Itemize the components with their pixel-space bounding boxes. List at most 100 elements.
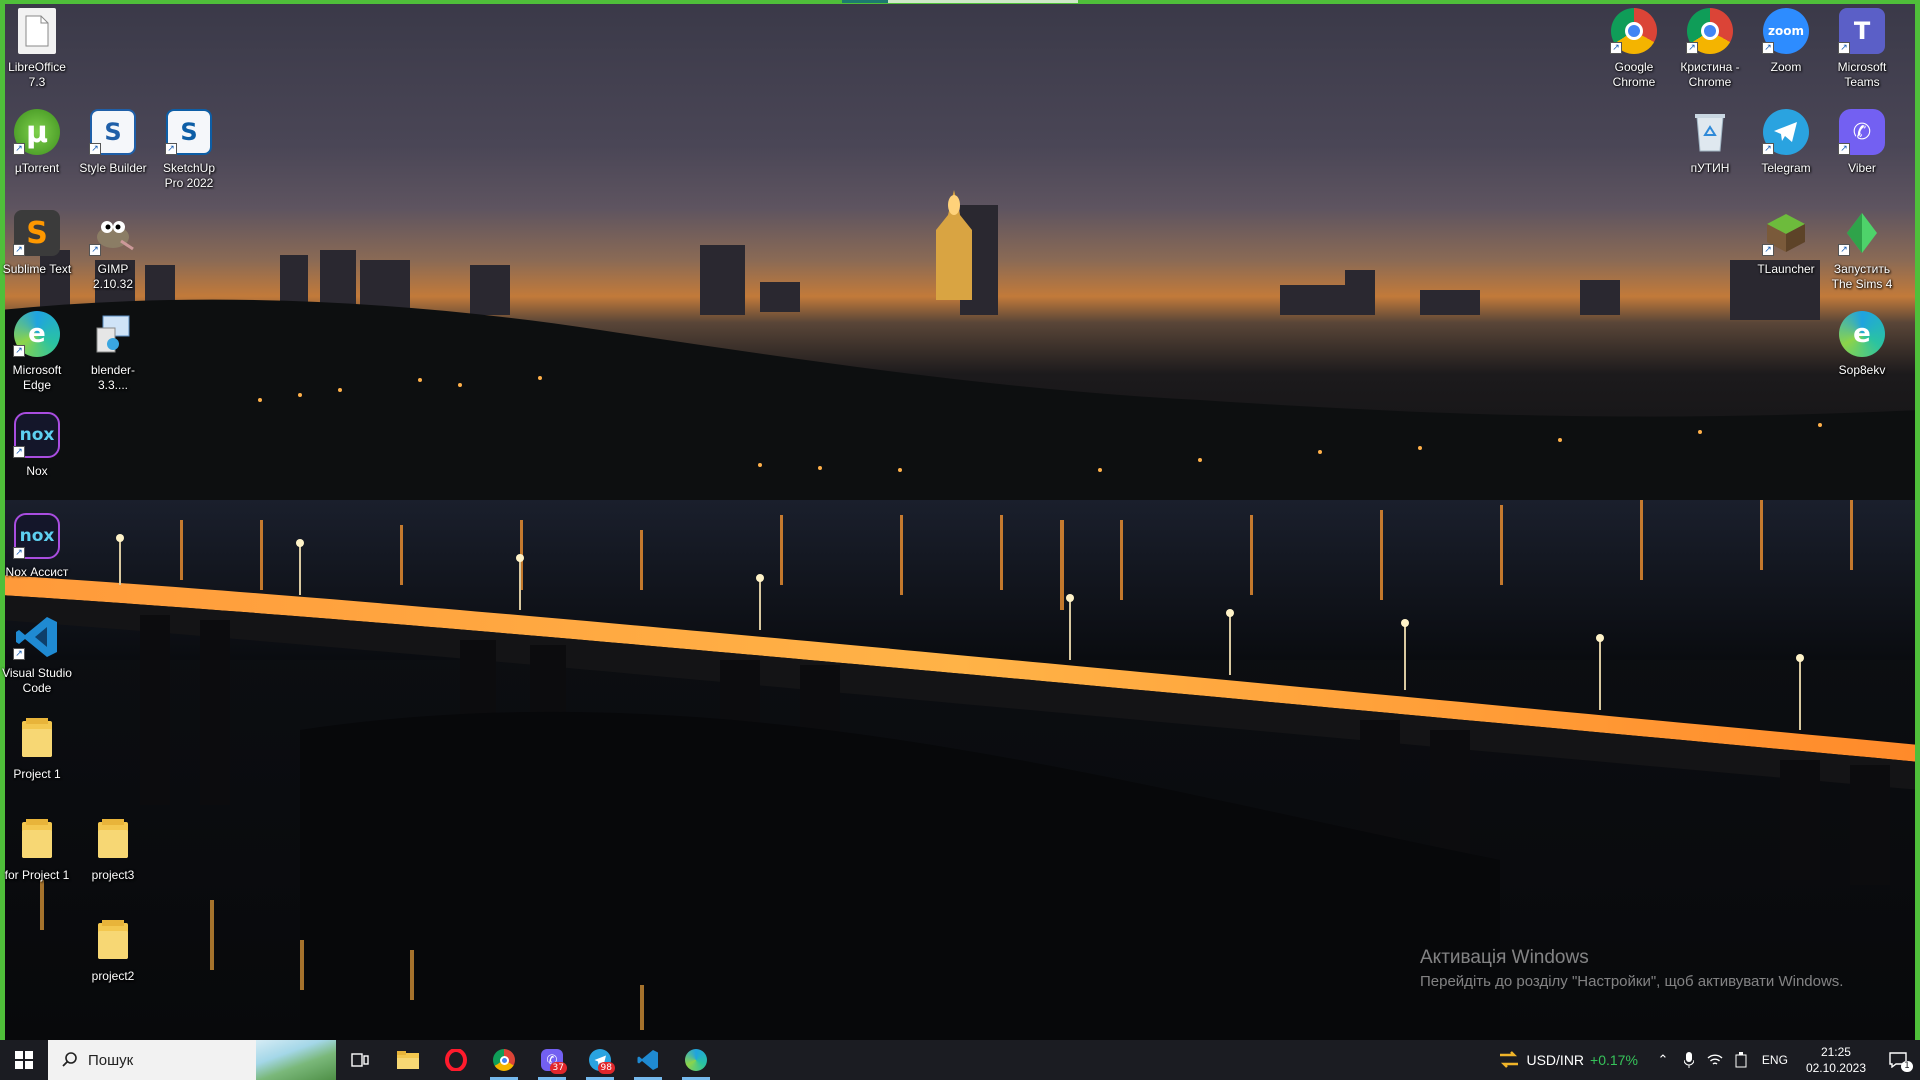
shortcut-arrow-icon: ↗ [1762, 143, 1774, 155]
shortcut-arrow-icon: ↗ [165, 143, 177, 155]
desktop-icon-nox[interactable]: nox ↗ Nox [1, 408, 73, 504]
desktop-icon-microsoft-edge[interactable]: e ↗ Microsoft Edge [1, 307, 73, 403]
edge-icon: e [1839, 311, 1885, 357]
desktop-icon-folder-project3[interactable]: project3 [77, 812, 149, 908]
shortcut-arrow-icon: ↗ [89, 244, 101, 256]
top-edge-marker [888, 0, 1078, 3]
icon-label: Microsoft Teams [1837, 60, 1887, 89]
desktop-wallpaper[interactable] [0, 0, 1920, 1040]
search-highlight-illustration [256, 1040, 336, 1080]
icon-label: µTorrent [14, 161, 60, 175]
action-center-button[interactable]: 1 [1876, 1040, 1920, 1080]
desktop-icon-tlauncher[interactable]: ↗ TLauncher [1750, 206, 1822, 302]
taskbar-telegram[interactable]: 98 [576, 1040, 624, 1080]
stock-change: +0.17% [1590, 1052, 1638, 1068]
icon-label: Кристина - Chrome [1680, 60, 1740, 89]
shortcut-arrow-icon: ↗ [1686, 42, 1698, 54]
desktop-icon-folder-project2[interactable]: project2 [77, 913, 149, 1009]
folder-icon [397, 1051, 419, 1069]
input-language-indicator[interactable]: ENG [1754, 1053, 1796, 1067]
desktop-icon-folder-for-project1[interactable]: for Project 1 [1, 812, 73, 908]
shortcut-arrow-icon: ↗ [1838, 244, 1850, 256]
clock-time: 21:25 [1820, 1045, 1851, 1059]
stock-widget[interactable]: USD/INR +0.17% [1486, 1050, 1649, 1070]
microphone-tray-button[interactable] [1676, 1040, 1702, 1080]
desktop-icon-chrome-profile[interactable]: ↗ Кристина - Chrome [1674, 4, 1746, 100]
desktop-icon-telegram[interactable]: ↗ Telegram [1750, 105, 1822, 201]
icon-label: TLauncher [1757, 262, 1815, 276]
icon-label: Sop8ekv [1838, 363, 1886, 377]
icon-label: project2 [91, 969, 135, 983]
search-placeholder: Пошук [88, 1051, 134, 1069]
activation-subtitle: Перейдіть до розділу "Настройки", щоб ак… [1420, 973, 1844, 990]
desktop-icon-microsoft-teams[interactable]: T ↗ Microsoft Teams [1826, 4, 1898, 100]
taskbar-edge[interactable] [672, 1040, 720, 1080]
power-tray-button[interactable] [1728, 1040, 1754, 1080]
taskbar-file-explorer[interactable] [384, 1040, 432, 1080]
folder-icon [90, 816, 136, 862]
taskbar-search-box[interactable]: Пошук [48, 1040, 336, 1080]
desktop-icon-sketchup[interactable]: S ↗ SketchUp Pro 2022 [153, 105, 225, 201]
desktop-icon-gimp[interactable]: ↗ GIMP 2.10.32 [77, 206, 149, 302]
libreoffice-file-icon [18, 8, 56, 54]
city-night-scene [0, 190, 1920, 1040]
vscode-icon [637, 1050, 658, 1070]
desktop-icon-blender-installer[interactable]: blender-3.3.... [77, 307, 149, 403]
icon-label: Запустить The Sims 4 [1831, 262, 1893, 291]
desktop-icon-zoom[interactable]: zoom ↗ Zoom [1750, 4, 1822, 100]
icon-label: Project 1 [13, 767, 61, 781]
shortcut-arrow-icon: ↗ [13, 143, 25, 155]
icon-label: LibreOffice 7.3 [8, 60, 66, 89]
desktop-icon-recycle-bin[interactable]: пУТИН [1674, 105, 1746, 201]
show-hidden-icons-button[interactable]: ⌃ [1650, 1040, 1676, 1080]
desktop-icon-nox-assist[interactable]: nox ↗ Nox Ассист [1, 509, 73, 605]
shortcut-arrow-icon: ↗ [1838, 143, 1850, 155]
taskbar-viber[interactable]: ✆ 37 [528, 1040, 576, 1080]
unread-badge: 98 [597, 1062, 615, 1074]
icon-label: GIMP 2.10.32 [92, 262, 134, 291]
shortcut-arrow-icon: ↗ [89, 143, 101, 155]
start-button[interactable] [0, 1040, 48, 1080]
task-view-icon [351, 1053, 369, 1067]
icon-label: project3 [91, 868, 135, 882]
desktop-icon-style-builder[interactable]: S ↗ Style Builder [77, 105, 149, 201]
opera-icon [445, 1049, 467, 1071]
taskbar-clock[interactable]: 21:25 02.10.2023 [1796, 1044, 1876, 1076]
currency-exchange-icon [1500, 1051, 1519, 1068]
shortcut-arrow-icon: ↗ [1762, 42, 1774, 54]
desktop-icon-vscode[interactable]: ↗ Visual Studio Code [1, 610, 73, 706]
wifi-icon [1707, 1054, 1723, 1065]
system-tray: USD/INR +0.17% ⌃ ENG 21:25 02.10.2023 1 [1486, 1040, 1920, 1080]
desktop-icon-sims4[interactable]: ↗ Запустить The Sims 4 [1826, 206, 1898, 302]
task-view-button[interactable] [336, 1040, 384, 1080]
desktop-icon-utorrent[interactable]: µ ↗ µTorrent [1, 105, 73, 201]
top-edge-marker [842, 0, 888, 3]
activation-title: Активація Windows [1420, 947, 1589, 968]
shortcut-arrow-icon: ↗ [1610, 42, 1622, 54]
icon-label: Google Chrome [1612, 60, 1656, 89]
recycle-bin-icon [1687, 109, 1733, 155]
icon-label: blender-3.3.... [90, 363, 136, 392]
desktop-icon-google-chrome[interactable]: ↗ Google Chrome [1598, 4, 1670, 100]
icon-label: Telegram [1761, 161, 1811, 175]
clock-date: 02.10.2023 [1805, 1061, 1866, 1075]
desktop-icon-viber[interactable]: ✆ ↗ Viber [1826, 105, 1898, 201]
shortcut-arrow-icon: ↗ [13, 446, 25, 458]
icon-label: Zoom [1770, 60, 1802, 74]
icon-label: Viber [1848, 161, 1876, 175]
windows-activation-watermark: Активація Windows Перейдіть до розділу "… [1420, 946, 1843, 992]
icon-label: Visual Studio Code [2, 666, 72, 695]
desktop-icon-folder-project1[interactable]: Project 1 [1, 711, 73, 807]
taskbar-vscode[interactable] [624, 1040, 672, 1080]
desktop-icon-libreoffice[interactable]: LibreOffice 7.3 [1, 4, 73, 100]
blender-installer-icon [90, 311, 136, 357]
network-tray-button[interactable] [1702, 1040, 1728, 1080]
battery-plug-icon [1735, 1052, 1747, 1068]
folder-icon [14, 816, 60, 862]
shortcut-arrow-icon: ↗ [13, 244, 25, 256]
taskbar-chrome[interactable] [480, 1040, 528, 1080]
taskbar-opera[interactable] [432, 1040, 480, 1080]
desktop-icon-edge-profile[interactable]: e Sop8ekv [1826, 307, 1898, 403]
desktop-icon-sublime-text[interactable]: S ↗ Sublime Text [1, 206, 73, 302]
windows-logo-icon [15, 1051, 33, 1069]
